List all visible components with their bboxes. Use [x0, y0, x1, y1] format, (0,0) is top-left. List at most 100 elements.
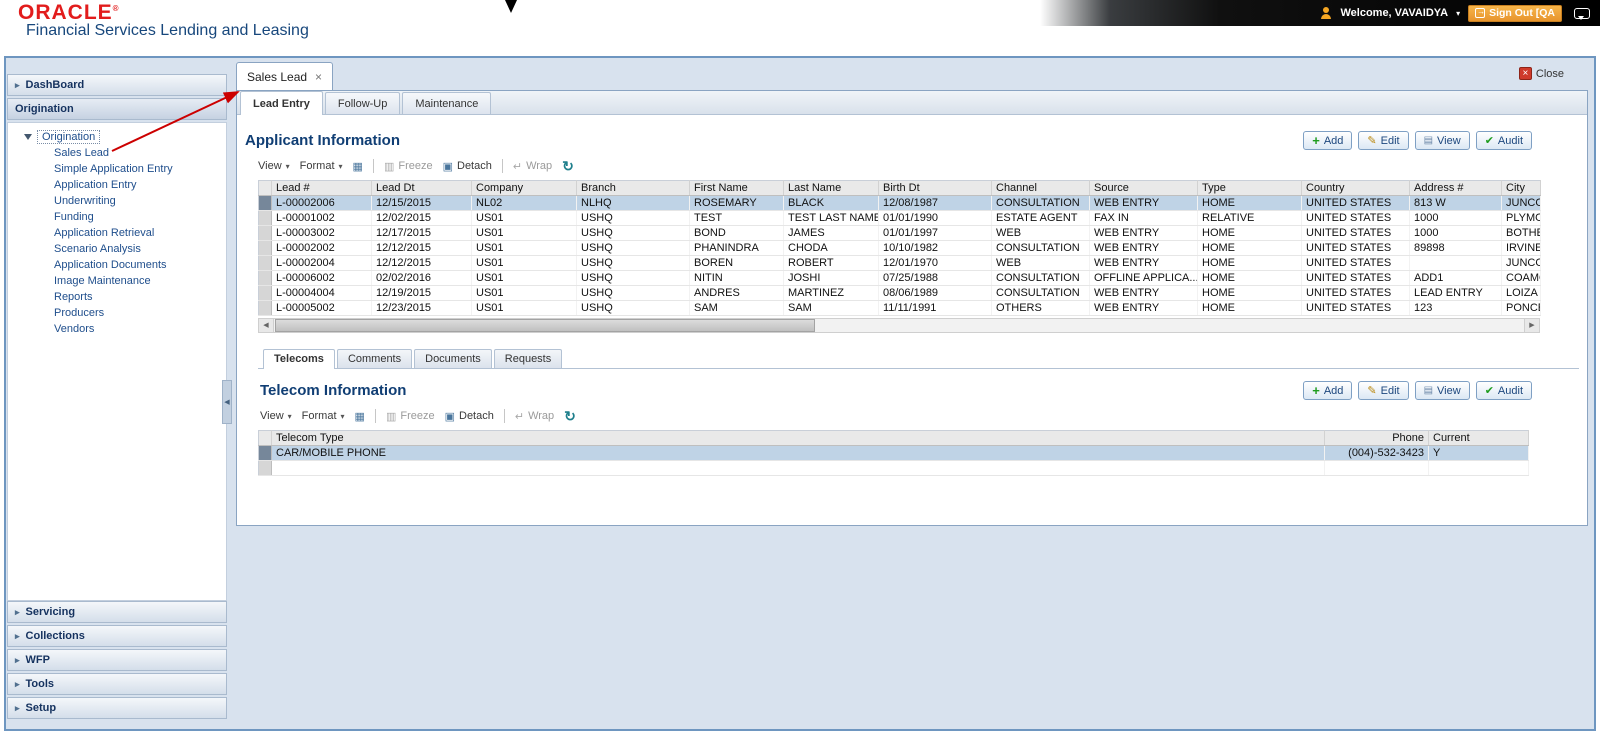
table-cell[interactable]: UNITED STATES	[1301, 195, 1410, 211]
table-cell[interactable]: WEB	[991, 225, 1090, 241]
table-cell[interactable]: ADD1	[1409, 270, 1502, 286]
tree-item-simple-application-entry[interactable]: Simple Application Entry	[8, 161, 226, 177]
table-cell[interactable]: (004)-532-3423	[1324, 445, 1429, 461]
table-cell[interactable]: USHQ	[576, 210, 690, 226]
tab-maintenance[interactable]: Maintenance	[402, 92, 492, 114]
table-cell[interactable]: CONSULTATION	[991, 240, 1090, 256]
sign-out-button[interactable]: Sign Out [QA	[1468, 4, 1562, 22]
audit-button[interactable]: ✔ Audit	[1475, 131, 1532, 150]
table-cell[interactable]: 12/02/2015	[371, 210, 472, 226]
table-cell[interactable]: CONSULTATION	[991, 285, 1090, 301]
export-grid-icon[interactable]: ▦	[355, 410, 365, 423]
tree-item-image-maintenance[interactable]: Image Maintenance	[8, 273, 226, 289]
table-cell[interactable]: CONSULTATION	[991, 270, 1090, 286]
table-row[interactable]: L-00005002 12/23/2015 US01 USHQ SAM SAM 11/11/…	[258, 300, 1541, 316]
tree-item-sales-lead[interactable]: Sales Lead	[8, 145, 226, 161]
refresh-icon[interactable]: ↻	[564, 408, 576, 425]
table-cell[interactable]: LEAD ENTRY	[1409, 285, 1502, 301]
table-cell[interactable]: UNITED STATES	[1301, 285, 1410, 301]
table-row[interactable]: L-00006002 02/02/2016 US01 USHQ NITIN JOSHI 07…	[258, 270, 1541, 286]
tab-documents[interactable]: Documents	[414, 349, 492, 368]
table-cell[interactable]: 12/12/2015	[371, 240, 472, 256]
table-cell[interactable]: NITIN	[689, 270, 784, 286]
tree-item-application-documents[interactable]: Application Documents	[8, 257, 226, 273]
table-cell[interactable]: US01	[471, 255, 577, 271]
table-cell[interactable]: 01/01/1997	[878, 225, 992, 241]
table-cell[interactable]: USHQ	[576, 225, 690, 241]
row-selector[interactable]	[258, 255, 272, 271]
table-cell[interactable]: L-00003002	[271, 225, 372, 241]
table-cell[interactable]: CONSULTATION	[991, 195, 1090, 211]
table-cell[interactable]: 07/25/1988	[878, 270, 992, 286]
table-cell[interactable]: USHQ	[576, 285, 690, 301]
table-cell[interactable]: TEST LAST NAME	[783, 210, 879, 226]
tree-item-vendors[interactable]: Vendors	[8, 321, 226, 337]
add-button[interactable]: + Add	[1303, 381, 1353, 400]
chevron-down-icon[interactable]: ▾	[1456, 9, 1460, 18]
table-cell[interactable]: Y	[1428, 445, 1529, 461]
scrollbar-thumb[interactable]	[275, 319, 815, 332]
table-cell[interactable]: 11/11/1991	[878, 300, 992, 316]
tree-item-scenario-analysis[interactable]: Scenario Analysis	[8, 241, 226, 257]
table-cell[interactable]: 1000	[1409, 210, 1502, 226]
table-cell[interactable]: HOME	[1197, 270, 1302, 286]
table-cell[interactable]: 123	[1409, 300, 1502, 316]
tab-comments[interactable]: Comments	[336, 349, 413, 368]
table-cell[interactable]: BOREN	[689, 255, 784, 271]
feedback-bubble-icon[interactable]	[1574, 7, 1590, 20]
table-cell[interactable]: L-00001002	[271, 210, 372, 226]
row-selector[interactable]	[258, 225, 272, 241]
row-selector[interactable]	[258, 270, 272, 286]
table-cell[interactable]: HOME	[1197, 195, 1302, 211]
sidebar-item-dashboard[interactable]: ▸ DashBoard	[7, 74, 227, 96]
table-row[interactable]: L-00002004 12/12/2015 US01 USHQ BOREN ROBERT 1…	[258, 255, 1541, 271]
table-row[interactable]: L-00002002 12/12/2015 US01 USHQ PHANINDRA CHO…	[258, 240, 1541, 256]
column-header[interactable]: Lead Dt	[371, 180, 472, 196]
column-header[interactable]: Country	[1301, 180, 1410, 196]
table-cell[interactable]: US01	[471, 270, 577, 286]
table-cell[interactable]: USHQ	[576, 270, 690, 286]
table-cell[interactable]: L-00005002	[271, 300, 372, 316]
sidebar-item-servicing[interactable]: ▸ Servicing	[7, 601, 227, 623]
table-cell[interactable]: UNITED STATES	[1301, 210, 1410, 226]
column-header[interactable]: Telecom Type	[271, 430, 1325, 446]
table-cell[interactable]: HOME	[1197, 225, 1302, 241]
view-menu[interactable]: View ▾	[258, 160, 290, 172]
table-cell[interactable]: HOME	[1197, 285, 1302, 301]
table-cell[interactable]: MARTINEZ	[783, 285, 879, 301]
table-row[interactable]: L-00002006 12/15/2015 NL02 NLHQ ROSEMARY BLAC…	[258, 195, 1541, 211]
table-cell[interactable]: OFFLINE APPLICA...	[1089, 270, 1198, 286]
scroll-right-icon[interactable]: ▶	[1524, 319, 1539, 332]
table-cell[interactable]: 12/12/2015	[371, 255, 472, 271]
table-cell[interactable]: JAMES	[783, 225, 879, 241]
table-cell[interactable]: BLACK	[783, 195, 879, 211]
table-cell[interactable]: WEB ENTRY	[1089, 195, 1198, 211]
table-cell[interactable]: L-00002006	[271, 195, 372, 211]
table-cell[interactable]: PONCE	[1501, 300, 1541, 316]
row-selector[interactable]	[258, 210, 272, 226]
table-cell[interactable]: ROSEMARY	[689, 195, 784, 211]
column-header[interactable]: Branch	[576, 180, 690, 196]
table-cell[interactable]: BOND	[689, 225, 784, 241]
table-cell[interactable]: 01/01/1990	[878, 210, 992, 226]
add-button[interactable]: + Add	[1303, 131, 1353, 150]
table-cell[interactable]: PHANINDRA	[689, 240, 784, 256]
edit-button[interactable]: ✎ Edit	[1358, 381, 1409, 400]
column-header[interactable]: Address #	[1409, 180, 1502, 196]
tab-lead-entry[interactable]: Lead Entry	[240, 91, 323, 115]
table-cell[interactable]: WEB ENTRY	[1089, 240, 1198, 256]
audit-button[interactable]: ✔ Audit	[1475, 381, 1532, 400]
table-cell[interactable]	[1324, 460, 1429, 476]
table-cell[interactable]: SAM	[783, 300, 879, 316]
wrap-button[interactable]: ↵ Wrap	[515, 410, 554, 423]
table-cell[interactable]: RELATIVE	[1197, 210, 1302, 226]
table-cell[interactable]: US01	[471, 240, 577, 256]
table-cell[interactable]	[1409, 255, 1502, 271]
column-header[interactable]: City	[1501, 180, 1541, 196]
view-menu[interactable]: View ▾	[260, 410, 292, 422]
table-cell[interactable]: L-00002002	[271, 240, 372, 256]
row-selector[interactable]	[258, 285, 272, 301]
table-cell[interactable]: 12/08/1987	[878, 195, 992, 211]
table-cell[interactable]: US01	[471, 285, 577, 301]
table-cell[interactable]: 1000	[1409, 225, 1502, 241]
